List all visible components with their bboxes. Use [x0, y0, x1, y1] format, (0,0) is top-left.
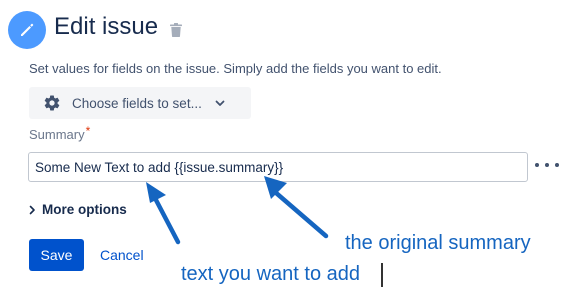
annotation-arrows: [146, 176, 329, 245]
choose-fields-button[interactable]: Choose fields to set...: [29, 87, 251, 119]
save-button[interactable]: Save: [29, 239, 84, 271]
annotation-original-summary: the original summary: [345, 232, 531, 254]
chevron-down-icon: [215, 100, 225, 106]
pencil-icon: [21, 23, 34, 36]
summary-label: Summary*: [29, 124, 91, 142]
chevron-right-icon: [29, 205, 35, 214]
arrow-text-to-add-head: [146, 182, 166, 203]
summary-input[interactable]: [28, 152, 528, 182]
cancel-button[interactable]: Cancel: [100, 247, 144, 263]
description-text: Set values for fields on the issue. Simp…: [29, 61, 442, 76]
annotation-text-to-add: text you want to add: [181, 263, 361, 285]
arrow-original-summary-shaft: [272, 189, 329, 239]
gear-icon: [44, 95, 60, 111]
summary-label-text: Summary: [29, 127, 85, 142]
more-options-label: More options: [42, 202, 127, 217]
edit-pencil-icon: [8, 11, 46, 49]
page-title: Edit issue: [54, 13, 159, 40]
more-actions-icon[interactable]: [535, 155, 559, 175]
choose-fields-label: Choose fields to set...: [72, 95, 202, 111]
arrow-text-to-add-shaft: [153, 197, 181, 245]
required-marker: *: [85, 124, 91, 138]
text-cursor: [381, 263, 383, 287]
trash-icon[interactable]: [170, 23, 182, 42]
more-options-toggle[interactable]: More options: [28, 202, 127, 217]
